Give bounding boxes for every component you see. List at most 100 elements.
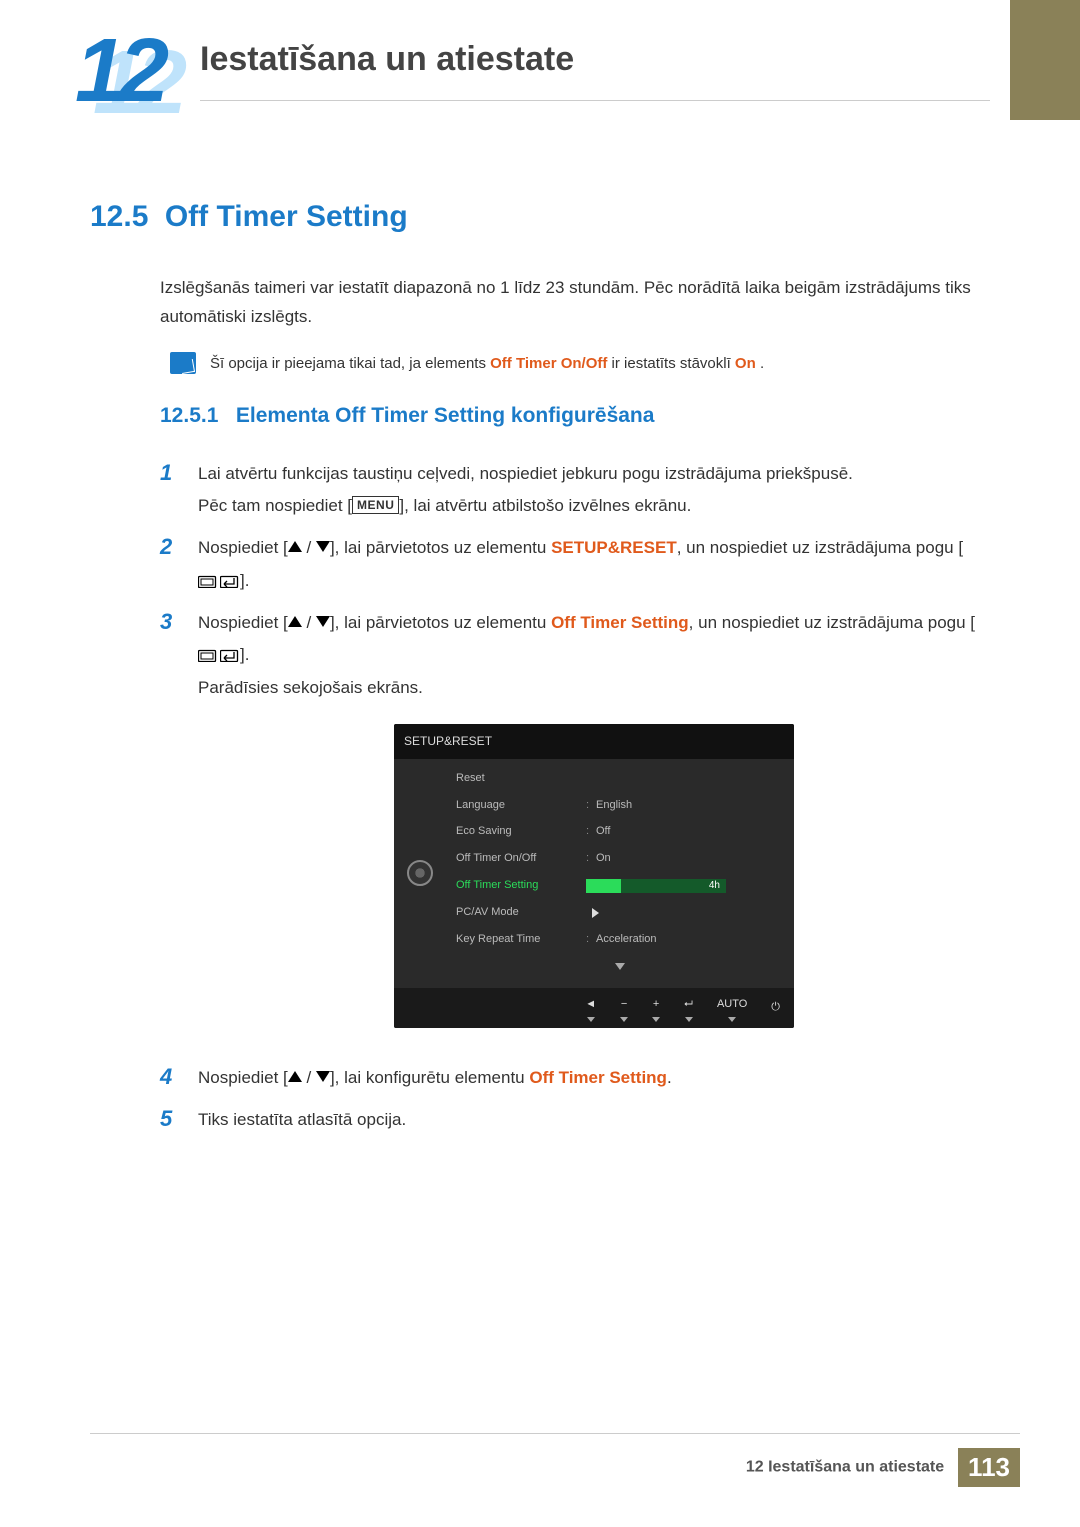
menu-key-icon: MENU (352, 496, 399, 514)
osd-screenshot: SETUP&RESET Reset Language : (394, 724, 794, 1028)
osd-progress-fill (586, 879, 621, 893)
step-number: 4 (160, 1062, 180, 1094)
subsection-number: 12.5.1 (160, 404, 218, 427)
footer-divider (90, 1433, 1020, 1434)
osd-label: Language (456, 795, 586, 816)
step-body: Nospiediet [ / ], lai pārvietotos uz ele… (198, 532, 990, 597)
text-part: ]. (240, 645, 249, 664)
osd-label: Off Timer Setting (456, 875, 586, 896)
section-heading: 12.5 Off Timer Setting (90, 200, 990, 234)
osd-progress-value: 4h (709, 879, 720, 893)
text-part: ], lai konfigurētu elementu (330, 1068, 529, 1087)
page-number: 113 (958, 1448, 1020, 1487)
step-1: 1 Lai atvērtu funkcijas taustiņu ceļvedi… (160, 458, 990, 523)
note-part: ir iestatīts stāvoklī (612, 355, 735, 372)
enter-icon: ⮠ (684, 994, 693, 1015)
header-divider (200, 100, 990, 101)
section-number: 12.5 (90, 200, 148, 233)
osd-auto-label: AUTO (717, 994, 747, 1015)
step-text: Pēc tam nospiediet [MENU], lai atvērtu a… (198, 490, 990, 522)
osd-side-icon-area (394, 759, 446, 988)
step-number: 3 (160, 607, 180, 1052)
text-part: , un nospiediet uz izstrādājuma pogu [ (689, 613, 975, 632)
text-part: Nospiediet [ (198, 613, 288, 632)
note-em: Off Timer On/Off (490, 355, 607, 372)
note-part: . (760, 355, 764, 372)
osd-foot-plus: + (652, 994, 660, 1022)
text-part: Nospiediet [ (198, 538, 288, 557)
osd-value: Off (596, 821, 784, 842)
gear-icon (407, 860, 433, 886)
text-part: , un nospiediet uz izstrādājuma pogu [ (677, 538, 963, 557)
text-part: Nospiediet [ (198, 1068, 288, 1087)
subsection-title: Elementa Off Timer Setting konfigurēšana (236, 404, 655, 427)
osd-row: Key Repeat Time : Acceleration (446, 926, 794, 953)
osd-title: SETUP&RESET (394, 724, 794, 759)
caret-down-icon (685, 1017, 693, 1022)
step-body: Nospiediet [ / ], lai pārvietotos uz ele… (198, 607, 990, 1052)
note-part: Šī opcija ir pieejama tikai tad, ja elem… (210, 355, 490, 372)
caret-right-icon (586, 908, 604, 918)
osd-label: PC/AV Mode (456, 902, 586, 923)
caret-down-icon (728, 1017, 736, 1022)
footer-chapter-ref: 12 Iestatīšana un atiestate (746, 1459, 944, 1476)
osd-colon: : (586, 848, 596, 869)
osd-row: PC/AV Mode (446, 899, 794, 926)
text-em: SETUP&RESET (551, 538, 677, 557)
minus-icon: − (621, 994, 627, 1015)
osd-value: Acceleration (596, 929, 784, 950)
page-header: 12 12 Iestatīšana un atiestate (0, 0, 1080, 120)
caret-down-icon (652, 1017, 660, 1022)
osd-foot-auto: AUTO (717, 994, 747, 1022)
text-em: Off Timer Setting (551, 613, 689, 632)
osd-label: Reset (456, 768, 586, 789)
section-intro: Izslēgšanās taimeri var iestatīt diapazo… (160, 274, 990, 332)
text-part: ]. (240, 571, 249, 590)
osd-colon: : (586, 929, 596, 950)
chapter-title: Iestatīšana un atiestate (200, 40, 574, 79)
step-text: Lai atvērtu funkcijas taustiņu ceļvedi, … (198, 458, 990, 490)
osd-value: On (596, 848, 784, 869)
page-footer: 12 Iestatīšana un atiestate 113 (90, 1433, 1020, 1487)
step-number: 2 (160, 532, 180, 597)
enter-source-icon (198, 574, 240, 588)
caret-down-icon (615, 963, 625, 970)
osd-footer: ◄ − + ⮠ AUTO ⏻ (394, 988, 794, 1028)
osd-foot-power: ⏻ (771, 997, 780, 1018)
osd-label: Off Timer On/Off (456, 848, 586, 869)
osd-foot-minus: − (620, 994, 628, 1022)
note-text: Šī opcija ir pieejama tikai tad, ja elem… (210, 352, 764, 376)
text-part: ], lai pārvietotos uz elementu (330, 613, 551, 632)
note-block: Šī opcija ir pieejama tikai tad, ja elem… (170, 352, 990, 376)
content-area: 12.5 Off Timer Setting Izslēgšanās taime… (90, 200, 990, 1146)
text-part: ], lai atvērtu atbilstošo izvēlnes ekrān… (399, 496, 691, 515)
osd-row: Off Timer On/Off : On (446, 845, 794, 872)
step-4: 4 Nospiediet [ / ], lai konfigurētu elem… (160, 1062, 990, 1094)
step-text: Nospiediet [ / ], lai pārvietotos uz ele… (198, 607, 990, 672)
step-body: Tiks iestatīta atlasītā opcija. (198, 1104, 990, 1136)
steps-list: 1 Lai atvērtu funkcijas taustiņu ceļvedi… (160, 458, 990, 1136)
step-number: 5 (160, 1104, 180, 1136)
enter-source-icon (198, 648, 240, 662)
osd-label: Eco Saving (456, 821, 586, 842)
text-part: Pēc tam nospiediet [ (198, 496, 352, 515)
note-icon (170, 352, 196, 374)
power-icon: ⏻ (771, 997, 780, 1018)
osd-row: Reset (446, 765, 794, 792)
osd-row-selected: Off Timer Setting 4h (446, 872, 794, 899)
note-em: On (735, 355, 756, 372)
caret-down-icon (620, 1017, 628, 1022)
plus-icon: + (653, 994, 659, 1015)
text-part: . (667, 1068, 672, 1087)
text-em: Off Timer Setting (529, 1068, 667, 1087)
osd-foot-enter: ⮠ (684, 994, 693, 1022)
arrow-up-icon (288, 541, 302, 552)
osd-label: Key Repeat Time (456, 929, 586, 950)
osd-progress-bar: 4h (586, 879, 726, 893)
step-body: Lai atvērtu funkcijas taustiņu ceļvedi, … (198, 458, 990, 523)
osd-list: Reset Language : English Eco Saving : Of… (446, 759, 794, 988)
osd-row: Language : English (446, 792, 794, 819)
arrow-up-icon (288, 616, 302, 627)
step-3: 3 Nospiediet [ / ], lai pārvietotos uz e… (160, 607, 990, 1052)
osd-colon: : (586, 795, 596, 816)
